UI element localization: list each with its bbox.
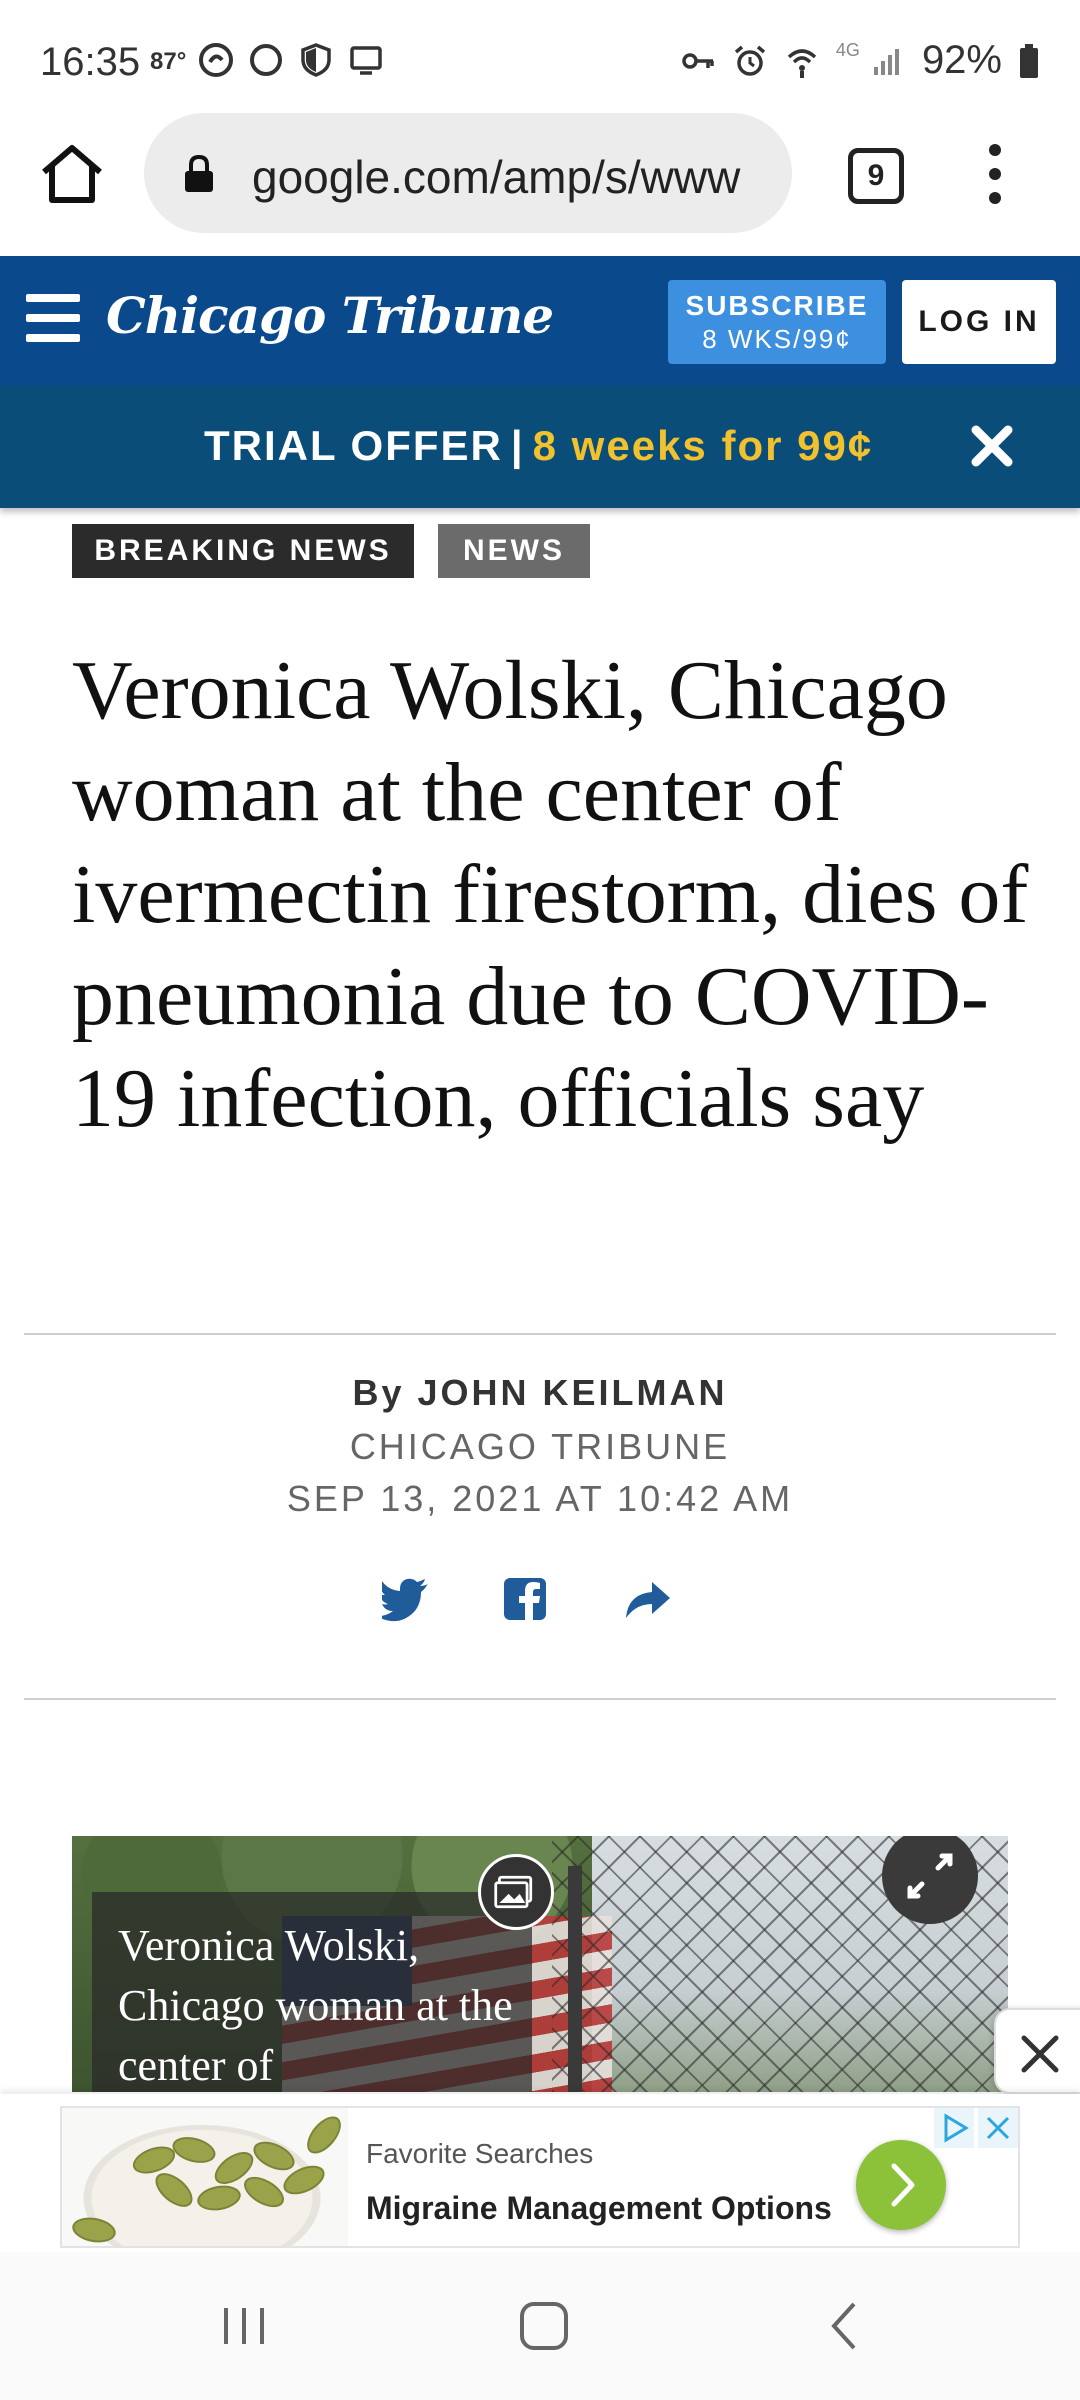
shazam-icon [199, 43, 233, 77]
login-button[interactable]: LOG IN [902, 280, 1056, 364]
subscribe-offer: 8 WKS/99¢ [702, 324, 852, 354]
close-icon [1021, 2035, 1059, 2073]
url-text[interactable]: google.com/amp/s/www [252, 150, 740, 204]
network-type: 4G [835, 40, 860, 60]
ad-label: Favorite Searches [366, 2138, 594, 2169]
ad-close-icon[interactable] [978, 2108, 1018, 2148]
trial-separator: | [510, 422, 525, 469]
vpn-key-icon [682, 52, 714, 69]
byline: By JOHN KEILMAN CHICAGO TRIBUNE SEP 13, … [0, 1372, 1080, 1520]
battery-icon [1020, 43, 1038, 78]
site-logo[interactable]: Chicago Tribune [106, 286, 554, 345]
gallery-glyph [494, 1875, 533, 1909]
shield-icon [301, 43, 331, 77]
sync-circle-icon [250, 44, 282, 76]
twitter-icon[interactable] [382, 1574, 432, 1624]
facebook-icon[interactable] [500, 1574, 550, 1624]
byline-prefix: By [352, 1372, 405, 1413]
expand-icon[interactable] [882, 1836, 978, 1924]
share-row [0, 1574, 1080, 1634]
byline-source: CHICAGO TRIBUNE [349, 1426, 731, 1467]
ad-banner[interactable]: Favorite Searches Migraine Management Op… [0, 2094, 1080, 2252]
trial-offer-banner[interactable]: TRIAL OFFER | 8 weeks for 99¢ [0, 386, 1080, 508]
home-icon[interactable] [38, 140, 106, 208]
ad-arrow-button[interactable] [856, 2140, 946, 2230]
image-caption: Veronica Wolski, Chicago woman at the ce… [118, 1921, 513, 2090]
address-bar[interactable]: google.com/amp/s/www [144, 113, 792, 233]
status-temperature: 87° [150, 48, 187, 75]
gallery-icon[interactable] [478, 1854, 554, 1930]
system-navigation-bar [0, 2252, 1080, 2400]
tag-breaking-news[interactable]: BREAKING NEWS [72, 524, 414, 578]
wifi-calling-icon [787, 48, 817, 78]
ad-title[interactable]: Migraine Management Options [366, 2190, 832, 2227]
home-nav-icon[interactable] [514, 2296, 574, 2356]
signal-icon [873, 48, 899, 75]
tag-news[interactable]: NEWS [438, 524, 590, 578]
share-icon[interactable] [622, 1574, 672, 1624]
status-time: 16:35 [40, 40, 141, 84]
site-header: Chicago Tribune SUBSCRIBE 8 WKS/99¢ LOG … [0, 256, 1080, 386]
hamburger-menu-icon[interactable] [26, 294, 82, 344]
subscribe-button[interactable]: SUBSCRIBE 8 WKS/99¢ [668, 280, 886, 364]
subscribe-label: SUBSCRIBE [685, 290, 869, 321]
screen-cast-icon [350, 46, 382, 75]
tabs-count-button[interactable]: 9 [848, 148, 904, 204]
adchoices-glyph [944, 2113, 969, 2143]
alarm-icon [734, 45, 766, 76]
close-icon[interactable] [968, 422, 1016, 470]
status-bar: 16:35 87° 4G 92% [0, 0, 1080, 120]
expand-glyph [907, 1853, 953, 1899]
article-image[interactable]: Veronica Wolski, Chicago woman at the ce… [72, 1836, 1008, 2092]
trial-offer-price: 8 weeks for 99¢ [532, 422, 874, 469]
article-headline: Veronica Wolski, Chicago woman at the ce… [72, 644, 1029, 1145]
divider [24, 1698, 1056, 1700]
recent-apps-icon[interactable] [214, 2296, 274, 2356]
trial-offer-label: TRIAL OFFER [204, 422, 503, 469]
ad-image [62, 2108, 348, 2246]
back-icon[interactable] [816, 2296, 876, 2356]
ad-collapse-button[interactable] [994, 2008, 1080, 2094]
adchoices-icon[interactable] [934, 2108, 974, 2148]
divider [24, 1333, 1056, 1335]
battery-percent: 92% [921, 38, 1002, 82]
chevron-right-icon [891, 2163, 915, 2207]
publish-date: SEP 13, 2021 AT 10:42 AM [286, 1478, 794, 1519]
image-fence-post [568, 1866, 582, 2092]
browser-toolbar: google.com/amp/s/www 9 [0, 108, 1080, 256]
trial-offer-text: TRIAL OFFER | 8 weeks for 99¢ [204, 422, 873, 470]
close-glyph [986, 2116, 1010, 2140]
byline-author-line: By JOHN KEILMAN [0, 1372, 1080, 1414]
ad-card[interactable]: Favorite Searches Migraine Management Op… [60, 2106, 1020, 2248]
more-vert-icon[interactable] [980, 144, 1010, 204]
author-name[interactable]: JOHN KEILMAN [418, 1372, 728, 1413]
lock-icon [185, 155, 213, 192]
